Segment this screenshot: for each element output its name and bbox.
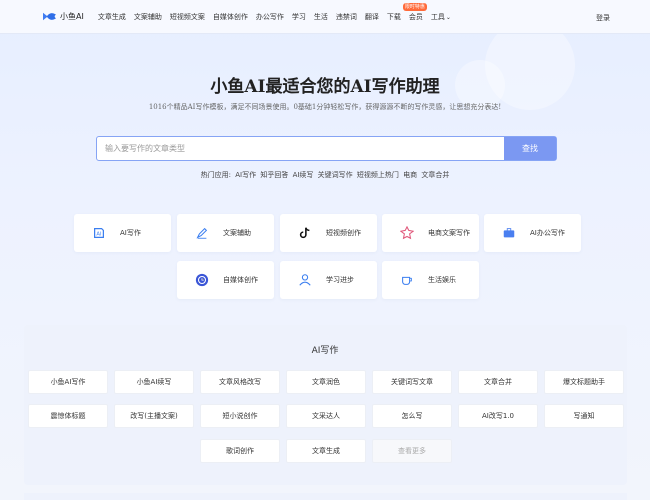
vip-badge: 限时特惠 bbox=[402, 2, 427, 11]
panel-title: AI写作 bbox=[311, 346, 339, 356]
category-self-media[interactable]: 自媒体创作 bbox=[177, 261, 274, 299]
hot-apps: 热门应用: AI写作 知乎回答 AI续写 关键词写作 短视频上热门 电商 文章合… bbox=[0, 170, 650, 180]
nav-item-download[interactable]: 下载 bbox=[387, 12, 401, 22]
category-ecommerce[interactable]: 电商文案写作 bbox=[382, 214, 479, 252]
category-label: AI办公写作 bbox=[530, 229, 565, 237]
tool-button[interactable]: 爆文标题助手 bbox=[544, 370, 624, 394]
hot-app-link[interactable]: 关键词写作 bbox=[318, 171, 353, 179]
hot-app-link[interactable]: 文章合并 bbox=[421, 171, 449, 179]
clock-icon bbox=[195, 273, 209, 287]
tool-button[interactable]: 小鱼AI写作 bbox=[28, 370, 108, 394]
fish-logo-icon bbox=[43, 12, 56, 21]
hot-app-link[interactable]: 短视频上热门 bbox=[357, 171, 399, 179]
category-office[interactable]: AI办公写作 bbox=[484, 214, 581, 252]
category-study[interactable]: 学习进步 bbox=[280, 261, 377, 299]
tool-button[interactable]: 文采达人 bbox=[286, 404, 366, 428]
category-label: 电商文案写作 bbox=[428, 229, 470, 237]
hot-app-link[interactable]: AI续写 bbox=[293, 171, 314, 179]
shopping-icon bbox=[400, 226, 414, 240]
tool-button[interactable]: 短小说创作 bbox=[200, 404, 280, 428]
nav-item-translate[interactable]: 翻译 bbox=[365, 12, 379, 22]
category-label: AI写作 bbox=[120, 229, 141, 237]
logo-text: 小鱼AI bbox=[60, 12, 84, 21]
hot-apps-label: 热门应用: bbox=[200, 171, 231, 179]
category-life[interactable]: 生活娱乐 bbox=[382, 261, 479, 299]
nav-item-article-gen[interactable]: 文章生成 bbox=[98, 12, 126, 22]
logo[interactable]: 小鱼AI bbox=[42, 10, 84, 23]
category-short-video[interactable]: 短视频创作 bbox=[280, 214, 377, 252]
tool-button[interactable]: 震惊体标题 bbox=[28, 404, 108, 428]
hot-app-link[interactable]: AI写作 bbox=[235, 171, 256, 179]
category-label: 学习进步 bbox=[326, 276, 354, 284]
tool-button[interactable]: 写通知 bbox=[544, 404, 624, 428]
tool-button[interactable]: 文章生成 bbox=[286, 439, 366, 463]
briefcase-icon bbox=[502, 226, 516, 240]
see-more-button[interactable]: 查看更多 bbox=[372, 439, 452, 463]
tool-button[interactable]: 文章风格改写 bbox=[200, 370, 280, 394]
tool-button[interactable]: 小鱼AI续写 bbox=[114, 370, 194, 394]
category-label: 短视频创作 bbox=[326, 229, 361, 237]
nav-item-office[interactable]: 办公写作 bbox=[256, 12, 284, 22]
tool-button[interactable]: 关键词写文章 bbox=[372, 370, 452, 394]
category-label: 生活娱乐 bbox=[428, 276, 456, 284]
nav-item-copy-assist[interactable]: 文案辅助 bbox=[134, 12, 162, 22]
user-icon bbox=[298, 273, 312, 287]
nav-item-short-video[interactable]: 短视频文案 bbox=[170, 12, 205, 22]
category-ai-writing[interactable]: AI AI写作 bbox=[74, 214, 171, 252]
tiktok-icon bbox=[298, 226, 312, 240]
hot-app-link[interactable]: 电商 bbox=[403, 171, 417, 179]
ai-writing-icon: AI bbox=[92, 226, 106, 240]
page-title: 小鱼AI最适合您的AI写作助理 bbox=[210, 77, 440, 97]
search-button[interactable]: 查找 bbox=[504, 137, 556, 160]
nav-item-study[interactable]: 学习 bbox=[292, 12, 306, 22]
category-label: 自媒体创作 bbox=[223, 276, 258, 284]
nav-item-tools[interactable]: 工具⌄ bbox=[431, 12, 451, 22]
nav-item-vip[interactable]: 限时特惠 会员 bbox=[402, 2, 427, 22]
tool-button[interactable]: 怎么写 bbox=[372, 404, 452, 428]
tool-button[interactable]: AI改写1.0 bbox=[458, 404, 538, 428]
tool-button[interactable]: 改写(主播文案) bbox=[114, 404, 194, 428]
search-input[interactable] bbox=[97, 137, 504, 160]
top-nav-bar: 小鱼AI 文章生成 文案辅助 短视频文案 自媒体创作 办公写作 学习 生活 违禁… bbox=[0, 0, 650, 34]
page-subtitle: 1016个精品AI写作模板，满足不同场景使用。0基础1分钟轻松写作，获得源源不断… bbox=[148, 103, 502, 111]
nav-item-banned-words[interactable]: 违禁词 bbox=[336, 12, 357, 22]
svg-text:AI: AI bbox=[96, 232, 102, 238]
login-link[interactable]: 登录 bbox=[596, 13, 610, 23]
cup-icon bbox=[400, 273, 414, 287]
pen-icon bbox=[195, 226, 209, 240]
category-copy-assist[interactable]: 文案辅助 bbox=[177, 214, 274, 252]
next-section-edge bbox=[24, 493, 627, 500]
category-label: 文案辅助 bbox=[223, 229, 251, 237]
nav-item-tools-label: 工具 bbox=[430, 12, 445, 21]
nav-item-self-media[interactable]: 自媒体创作 bbox=[213, 12, 248, 22]
nav-item-vip-label: 会员 bbox=[408, 12, 423, 21]
search-bar: 查找 bbox=[96, 136, 557, 161]
chevron-down-icon: ⌄ bbox=[445, 13, 451, 21]
tool-button[interactable]: 歌词创作 bbox=[200, 439, 280, 463]
nav-item-life[interactable]: 生活 bbox=[314, 12, 328, 22]
tool-button[interactable]: 文章合并 bbox=[458, 370, 538, 394]
hot-app-link[interactable]: 知乎回答 bbox=[260, 171, 288, 179]
tool-button[interactable]: 文章润色 bbox=[286, 370, 366, 394]
main-nav: 文章生成 文案辅助 短视频文案 自媒体创作 办公写作 学习 生活 违禁词 翻译 … bbox=[98, 2, 459, 22]
